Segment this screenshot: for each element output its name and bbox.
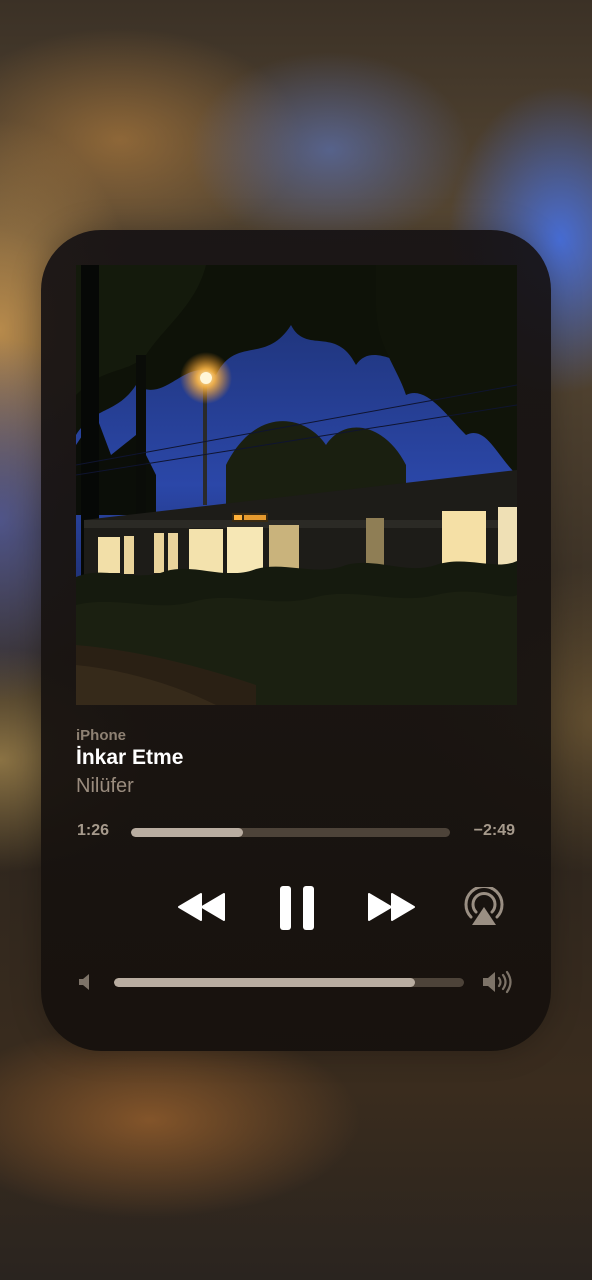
rewind-icon [177,893,225,921]
playback-progress-fill [131,828,243,837]
volume-slider[interactable] [114,978,464,987]
track-title: İnkar Etme [76,746,184,769]
album-artwork-image [76,265,517,705]
track-artist: Nilüfer [76,775,134,797]
pause-icon [279,886,314,930]
speaker-high-icon [481,970,516,994]
volume-level-fill [114,978,415,987]
airplay-icon [464,887,504,925]
remaining-time: −2:49 [473,822,515,839]
playback-scrubber[interactable] [131,828,450,837]
rewind-button[interactable] [174,882,229,932]
speaker-low-icon [77,972,95,992]
airplay-button[interactable] [459,882,509,932]
album-artwork [76,265,517,705]
elapsed-time: 1:26 [77,822,110,839]
fast-forward-icon [367,893,415,921]
pause-button[interactable] [269,880,324,936]
now-playing-card: iPhone İnkar Etme Nilüfer 1:26 −2:49 [41,230,551,1051]
fast-forward-button[interactable] [363,882,418,932]
playback-device-label: iPhone [76,727,127,744]
